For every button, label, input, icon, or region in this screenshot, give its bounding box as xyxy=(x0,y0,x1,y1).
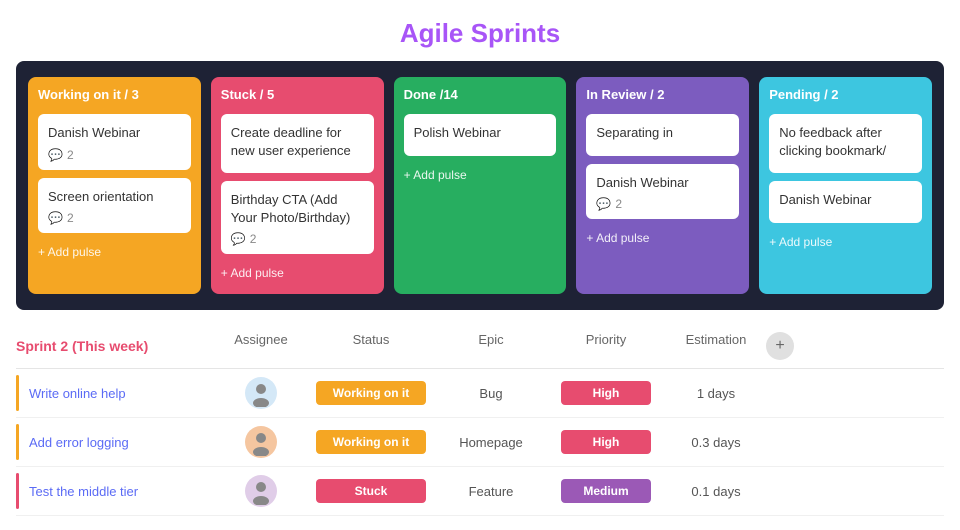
kanban-col-stuck: Stuck / 5 Create deadline for new user ex… xyxy=(211,77,384,294)
add-pulse-review[interactable]: + Add pulse xyxy=(586,227,739,249)
priority-badge: Medium xyxy=(561,479,651,503)
col-header-review: In Review / 2 xyxy=(586,87,739,102)
task-name[interactable]: Add error logging xyxy=(29,435,229,450)
row-data-2: Stuck Feature Medium 0.1 days xyxy=(216,475,944,507)
comment-icon: 💬 xyxy=(48,148,63,162)
sprint-header-row: Sprint 2 (This week) Assignee Status Epi… xyxy=(16,326,944,369)
card-comments: 💬2 xyxy=(48,148,181,162)
table-row: Write online help Working on it Bug High 1 … xyxy=(16,369,944,418)
estimation-cell: 0.3 days xyxy=(666,435,766,450)
priority-badge: High xyxy=(561,381,651,405)
card-title: No feedback after clicking bookmark/ xyxy=(779,124,912,159)
task-name[interactable]: Test the middle tier xyxy=(29,484,229,499)
card-comments: 💬2 xyxy=(48,211,181,225)
kanban-col-done: Done /14 Polish Webinar + Add pulse xyxy=(394,77,567,294)
card-title: Create deadline for new user experience xyxy=(231,124,364,159)
status-cell: Working on it xyxy=(306,430,436,454)
epic-cell: Homepage xyxy=(436,435,546,450)
card-title: Separating in xyxy=(596,124,729,142)
kanban-card-review-0[interactable]: Separating in xyxy=(586,114,739,156)
priority-cell: High xyxy=(546,381,666,405)
card-comments: 💬2 xyxy=(596,197,729,211)
kanban-col-working: Working on it / 3Danish Webinar💬2Screen … xyxy=(28,77,201,294)
comment-icon: 💬 xyxy=(231,232,246,246)
card-title: Danish Webinar xyxy=(48,124,181,142)
col-header-working: Working on it / 3 xyxy=(38,87,191,102)
add-column-button[interactable]: + xyxy=(766,332,794,360)
sprint-rows: Write online help Working on it Bug High 1 … xyxy=(16,369,944,516)
status-badge: Stuck xyxy=(316,479,426,503)
priority-cell: Medium xyxy=(546,479,666,503)
avatar xyxy=(245,475,277,507)
epic-cell: Bug xyxy=(436,386,546,401)
row-indicator xyxy=(16,424,19,460)
card-title: Birthday CTA (Add Your Photo/Birthday) xyxy=(231,191,364,226)
col-header-epic: Epic xyxy=(436,332,546,360)
add-pulse-stuck[interactable]: + Add pulse xyxy=(221,262,374,284)
comment-count: 2 xyxy=(615,197,622,211)
kanban-board: Working on it / 3Danish Webinar💬2Screen … xyxy=(16,61,944,310)
task-name[interactable]: Write online help xyxy=(29,386,229,401)
col-header-add: + xyxy=(766,332,798,360)
sprint-title: Sprint 2 (This week) xyxy=(16,338,216,354)
col-header-stuck: Stuck / 5 xyxy=(221,87,374,102)
status-badge: Working on it xyxy=(316,430,426,454)
col-header-status: Status xyxy=(306,332,436,360)
avatar xyxy=(245,377,277,409)
task-name-wrap-1: Add error logging xyxy=(16,424,216,460)
comment-count: 2 xyxy=(67,148,74,162)
kanban-card-stuck-0[interactable]: Create deadline for new user experience xyxy=(221,114,374,173)
comment-count: 2 xyxy=(67,211,74,225)
assignee-cell xyxy=(216,377,306,409)
col-header-estimation: Estimation xyxy=(666,332,766,360)
assignee-cell xyxy=(216,426,306,458)
estimation-cell: 1 days xyxy=(666,386,766,401)
kanban-col-pending: Pending / 2 No feedback after clicking bo… xyxy=(759,77,932,294)
task-name-wrap-0: Write online help xyxy=(16,375,216,411)
priority-badge: High xyxy=(561,430,651,454)
kanban-card-stuck-1[interactable]: Birthday CTA (Add Your Photo/Birthday)💬2 xyxy=(221,181,374,254)
epic-cell: Feature xyxy=(436,484,546,499)
row-indicator xyxy=(16,375,19,411)
row-indicator xyxy=(16,473,19,509)
page-header: Agile Sprints xyxy=(0,0,960,61)
add-pulse-done[interactable]: + Add pulse xyxy=(404,164,557,186)
status-cell: Stuck xyxy=(306,479,436,503)
kanban-card-working-1[interactable]: Screen orientation💬2 xyxy=(38,178,191,234)
comment-icon: 💬 xyxy=(596,197,611,211)
col-header-done: Done /14 xyxy=(404,87,557,102)
add-pulse-pending[interactable]: + Add pulse xyxy=(769,231,922,253)
page-title: Agile Sprints xyxy=(0,18,960,49)
col-header-assignee: Assignee xyxy=(216,332,306,360)
estimation-cell: 0.1 days xyxy=(666,484,766,499)
kanban-col-review: In Review / 2 Separating in Danish Webinar… xyxy=(576,77,749,294)
sprint-section: Sprint 2 (This week) Assignee Status Epi… xyxy=(16,326,944,516)
avatar xyxy=(245,426,277,458)
kanban-card-pending-1[interactable]: Danish Webinar xyxy=(769,181,922,223)
status-cell: Working on it xyxy=(306,381,436,405)
card-title: Screen orientation xyxy=(48,188,181,206)
kanban-card-done-0[interactable]: Polish Webinar xyxy=(404,114,557,156)
comment-icon: 💬 xyxy=(48,211,63,225)
card-title: Danish Webinar xyxy=(596,174,729,192)
row-data-0: Working on it Bug High 1 days xyxy=(216,377,944,409)
col-header-pending: Pending / 2 xyxy=(769,87,922,102)
sprint-col-headers: Assignee Status Epic Priority Estimation… xyxy=(216,332,944,360)
kanban-card-pending-0[interactable]: No feedback after clicking bookmark/ xyxy=(769,114,922,173)
priority-cell: High xyxy=(546,430,666,454)
col-header-priority: Priority xyxy=(546,332,666,360)
card-title: Polish Webinar xyxy=(414,124,547,142)
kanban-card-review-1[interactable]: Danish Webinar💬2 xyxy=(586,164,739,220)
task-name-wrap-2: Test the middle tier xyxy=(16,473,216,509)
card-comments: 💬2 xyxy=(231,232,364,246)
row-data-1: Working on it Homepage High 0.3 days xyxy=(216,426,944,458)
status-badge: Working on it xyxy=(316,381,426,405)
table-row: Test the middle tier Stuck Feature Medium 0… xyxy=(16,467,944,516)
add-pulse-working[interactable]: + Add pulse xyxy=(38,241,191,263)
comment-count: 2 xyxy=(250,232,257,246)
assignee-cell xyxy=(216,475,306,507)
table-row: Add error logging Working on it Homepage H… xyxy=(16,418,944,467)
kanban-card-working-0[interactable]: Danish Webinar💬2 xyxy=(38,114,191,170)
card-title: Danish Webinar xyxy=(779,191,912,209)
